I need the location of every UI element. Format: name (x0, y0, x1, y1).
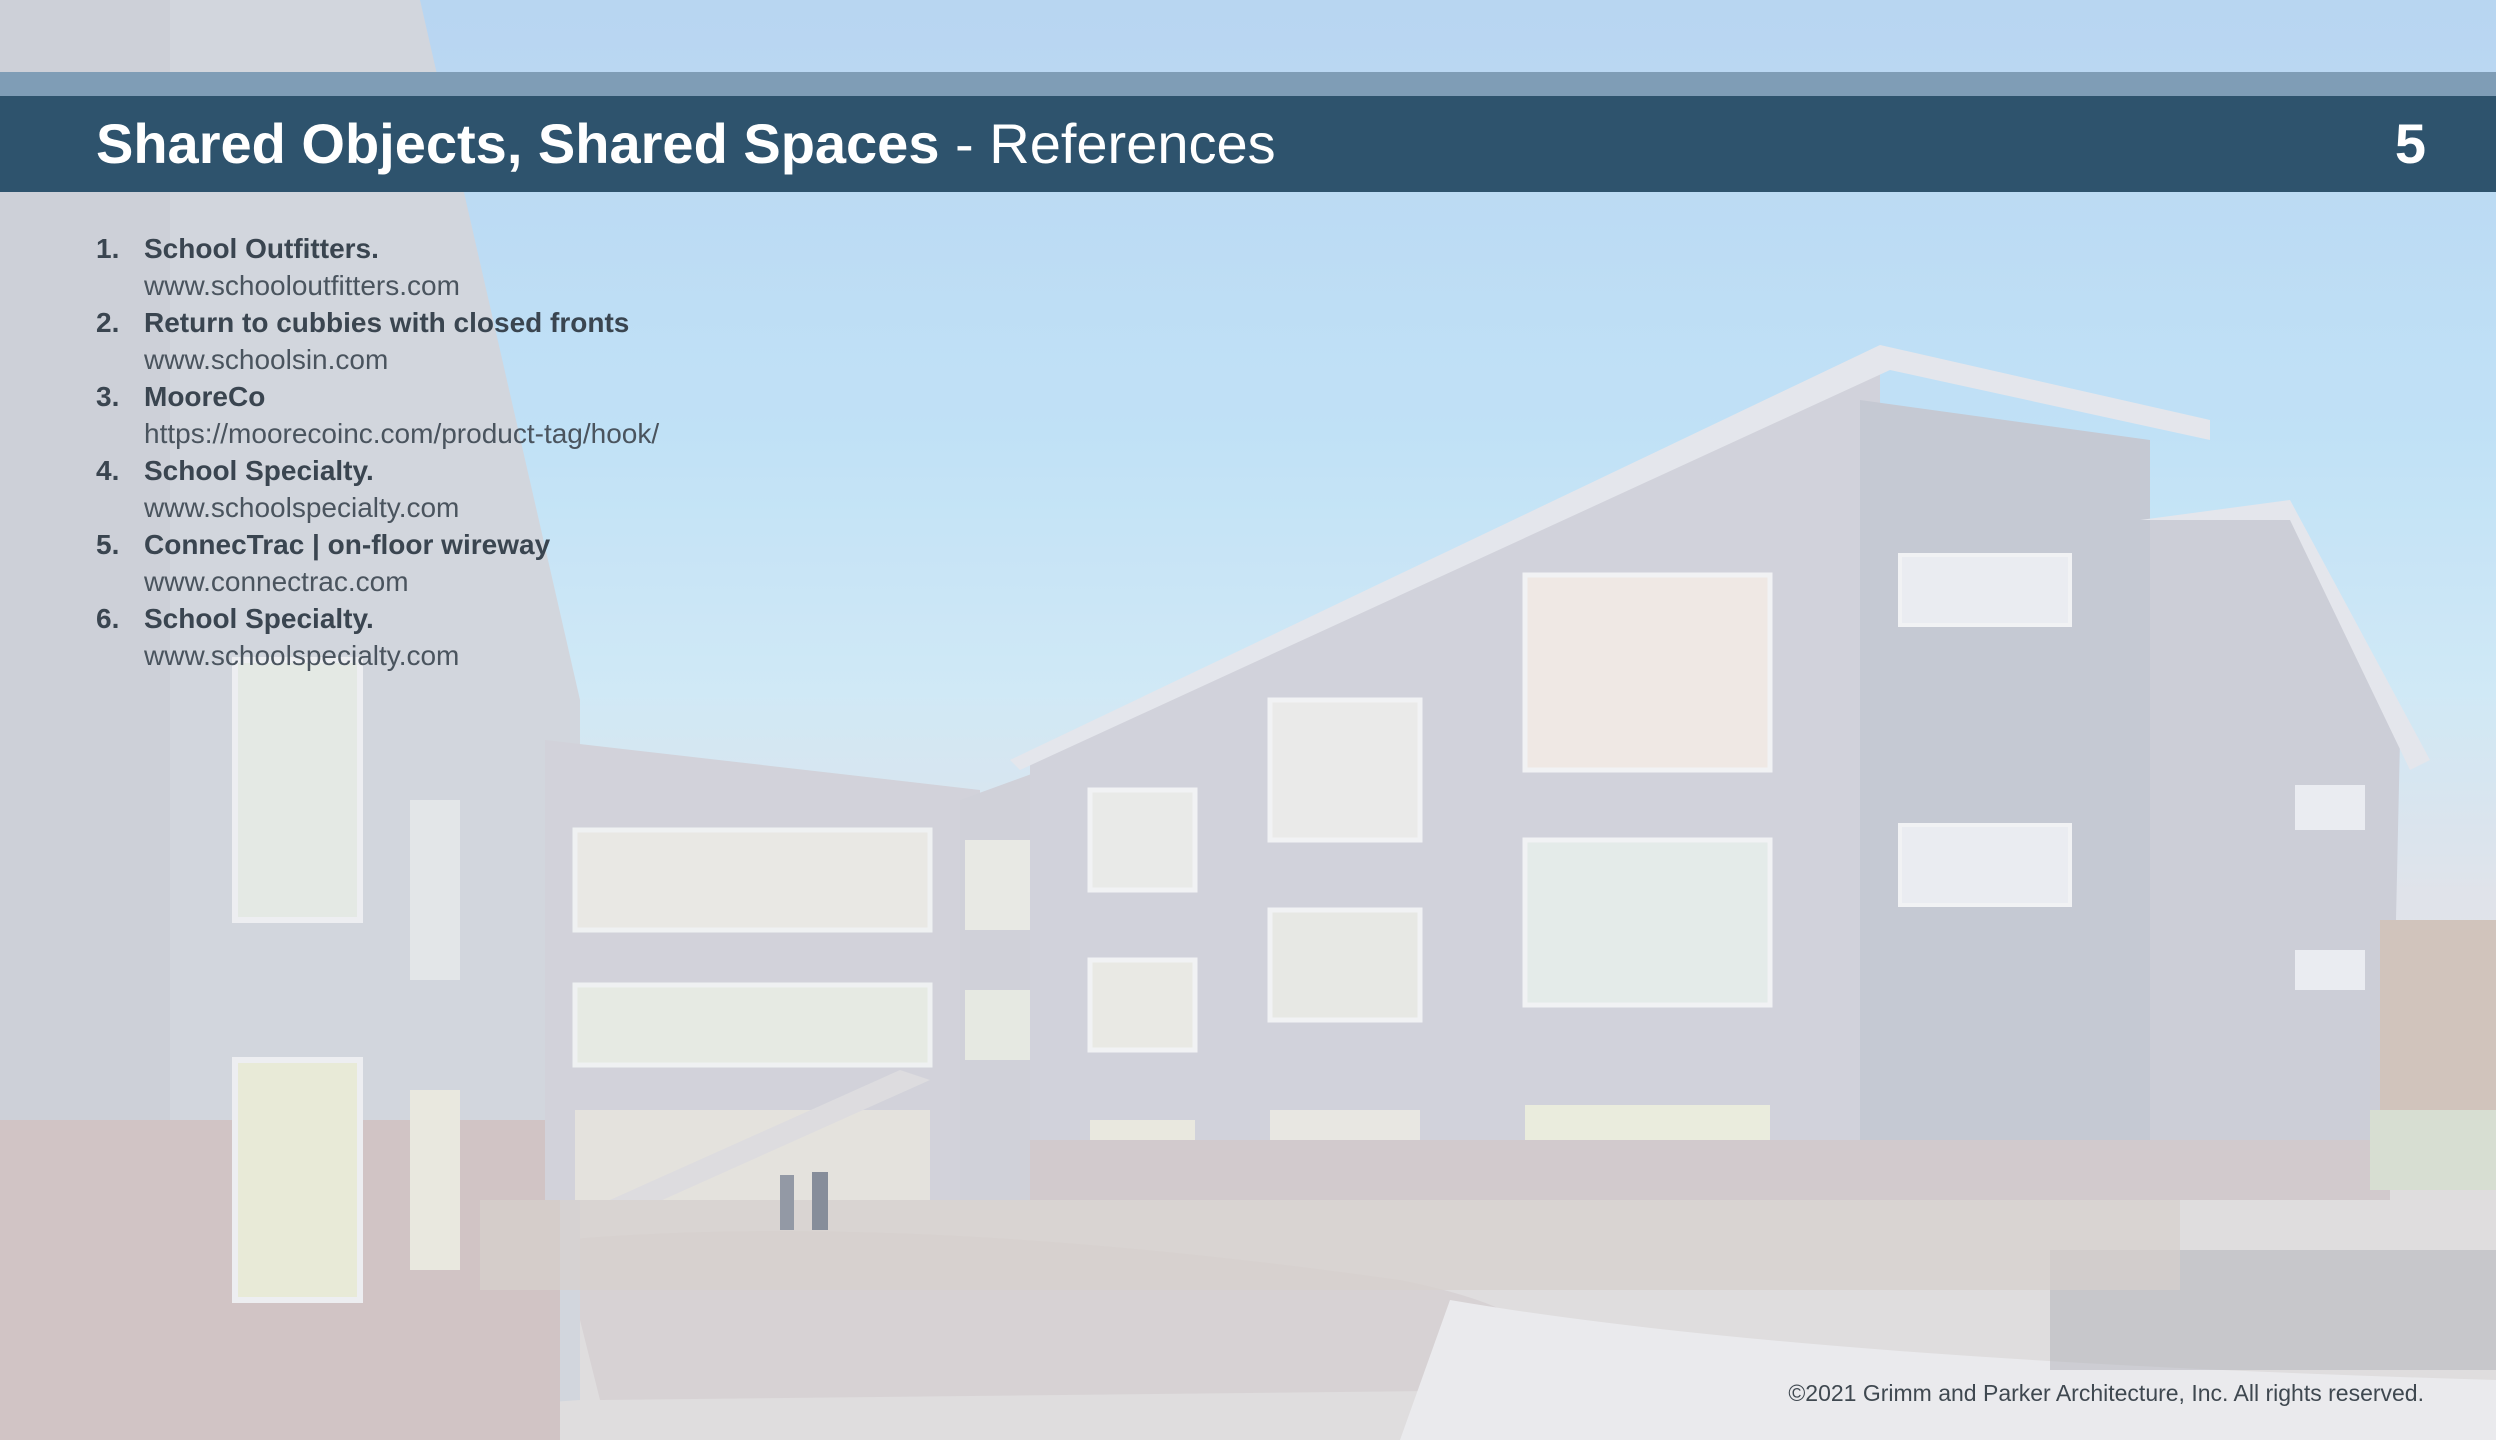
reference-url[interactable]: www.schoolspecialty.com (144, 637, 659, 674)
reference-number: 5. (96, 529, 120, 560)
reference-url[interactable]: www.connectrac.com (144, 563, 659, 600)
reference-item: 5. ConnecTrac | on-floor wireway www.con… (96, 526, 659, 600)
title-bar: Shared Objects, Shared Spaces - Referenc… (0, 96, 2496, 192)
reference-item: 1. School Outfitters. www.schooloutfitte… (96, 230, 659, 304)
reference-title: MooreCo (144, 381, 266, 412)
photo-wash-overlay (0, 0, 2496, 1440)
references-list: 1. School Outfitters. www.schooloutfitte… (96, 230, 659, 674)
reference-title: School Specialty. (144, 455, 374, 486)
reference-url[interactable]: www.schooloutfitters.com (144, 267, 659, 304)
page-number: 5 (2394, 112, 2426, 175)
page-title: Shared Objects, Shared Spaces - Referenc… (96, 96, 1276, 192)
reference-url[interactable]: www.schoolsin.com (144, 341, 659, 378)
reference-url[interactable]: https://moorecoinc.com/product-tag/hook/ (144, 415, 659, 452)
reference-title: Return to cubbies with closed fronts (144, 307, 630, 338)
reference-number: 3. (96, 381, 120, 412)
reference-number: 4. (96, 455, 120, 486)
top-accent-strip (0, 72, 2496, 96)
copyright-notice: ©2021 Grimm and Parker Architecture, Inc… (1788, 1380, 2424, 1406)
reference-title: ConnecTrac | on-floor wireway (144, 529, 551, 560)
reference-number: 6. (96, 603, 120, 634)
reference-item: 4. School Specialty. www.schoolspecialty… (96, 452, 659, 526)
page-title-subtitle: - References (939, 112, 1276, 175)
reference-number: 1. (96, 233, 120, 264)
reference-url[interactable]: www.schoolspecialty.com (144, 489, 659, 526)
reference-number: 2. (96, 307, 120, 338)
page-title-bold: Shared Objects, Shared Spaces (96, 112, 940, 175)
reference-item: 2. Return to cubbies with closed fronts … (96, 304, 659, 378)
reference-item: 3. MooreCo https://moorecoinc.com/produc… (96, 378, 659, 452)
slide: Shared Objects, Shared Spaces - Referenc… (0, 0, 2496, 1440)
reference-item: 6. School Specialty. www.schoolspecialty… (96, 600, 659, 674)
reference-title: School Specialty. (144, 603, 374, 634)
reference-title: School Outfitters. (144, 233, 379, 264)
